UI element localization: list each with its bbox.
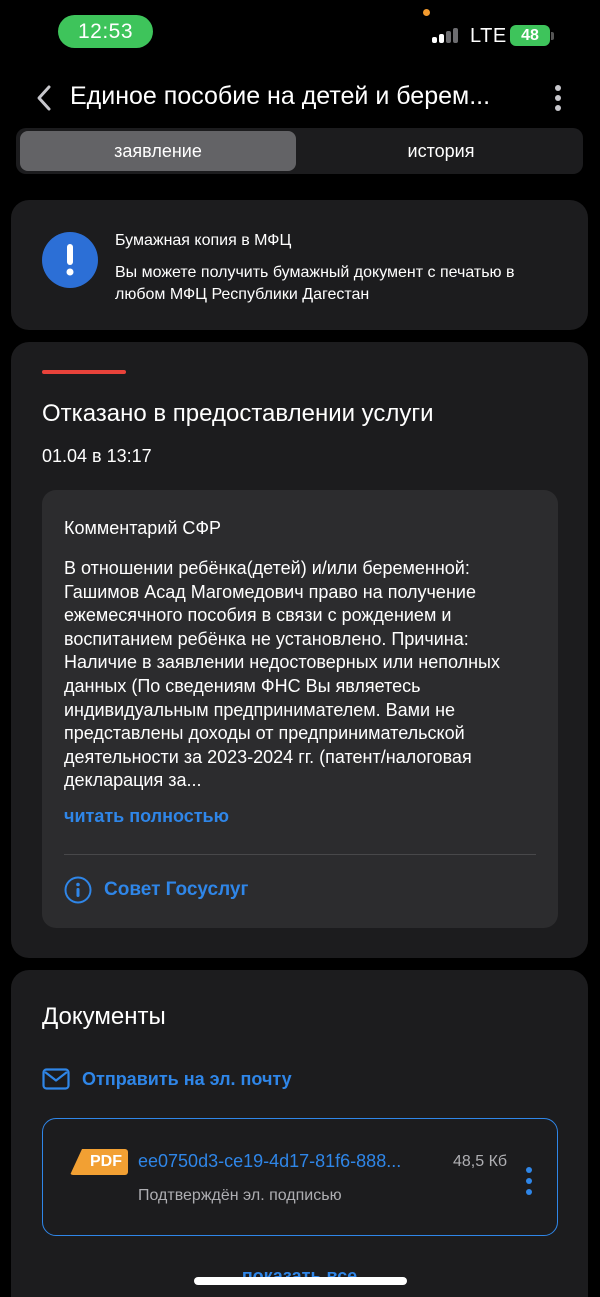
file-size: 48,5 Кб [453, 1153, 508, 1170]
tab-application[interactable]: заявление [20, 131, 296, 171]
dot-icon [555, 85, 561, 91]
dot-icon [526, 1178, 532, 1184]
file-signature-status: Подтверждён эл. подписью [138, 1187, 342, 1204]
divider [64, 854, 536, 855]
file-options-button[interactable] [523, 1167, 535, 1195]
screen: 12:53 LTE 48 Единое пособие на детей и б… [0, 0, 600, 1297]
home-indicator[interactable] [194, 1277, 407, 1285]
status-indicator [42, 370, 126, 374]
dot-icon [555, 105, 561, 111]
gosuslugi-advice-link[interactable]: Совет Госуслуг [64, 875, 248, 905]
documents-card: Документы Отправить на эл. почту PDF ee0… [11, 970, 588, 1297]
status-title: Отказано в предоставлении услуги [42, 400, 434, 427]
comment-text: В отношении ребёнка(детей) и/или беремен… [64, 558, 500, 791]
back-button[interactable] [30, 82, 58, 114]
advice-label: Совет Госуслуг [104, 879, 249, 900]
mfc-description: Вы можете получить бумажный документ с п… [115, 264, 515, 303]
mfc-title: Бумажная копия в МФЦ [115, 232, 292, 249]
comment-box: Комментарий СФР В отношении ребёнка(дете… [42, 490, 558, 928]
nav-header: Единое пособие на детей и берем... [0, 74, 600, 122]
exclamation-icon [42, 232, 98, 288]
tab-switcher: заявление история [16, 128, 583, 174]
status-bar: 12:53 LTE 48 [0, 0, 600, 64]
page-title: Единое пособие на детей и берем... [70, 82, 491, 110]
battery-level: 48 [510, 25, 550, 46]
signal-icon [432, 27, 464, 43]
network-type: LTE [470, 25, 507, 47]
more-options-button[interactable] [546, 82, 570, 114]
tab-history[interactable]: история [303, 131, 579, 171]
dot-icon [555, 95, 561, 101]
send-email-label: Отправить на эл. почту [82, 1068, 292, 1089]
status-card: Отказано в предоставлении услуги 01.04 в… [11, 342, 588, 958]
status-date: 01.04 в 13:17 [42, 446, 152, 466]
mfc-info-card: Бумажная копия в МФЦ Вы можете получить … [11, 200, 588, 330]
dot-icon [526, 1167, 532, 1173]
info-icon [64, 876, 92, 904]
privacy-indicator-icon [423, 9, 430, 16]
document-file[interactable]: PDF ee0750d3-ce19-4d17-81f6-888... 48,5 … [42, 1118, 558, 1236]
chevron-left-icon [37, 85, 51, 111]
read-more-link[interactable]: читать полностью [64, 806, 229, 827]
pdf-file-icon: PDF [70, 1149, 128, 1175]
mail-icon [42, 1068, 70, 1090]
comment-title: Комментарий СФР [64, 518, 222, 538]
battery-icon: 48 [510, 25, 554, 46]
status-time: 12:53 [58, 15, 153, 48]
file-name[interactable]: ee0750d3-ce19-4d17-81f6-888... [138, 1151, 443, 1172]
dot-icon [526, 1189, 532, 1195]
documents-title: Документы [42, 1003, 166, 1030]
send-email-button[interactable]: Отправить на эл. почту [42, 1064, 292, 1094]
